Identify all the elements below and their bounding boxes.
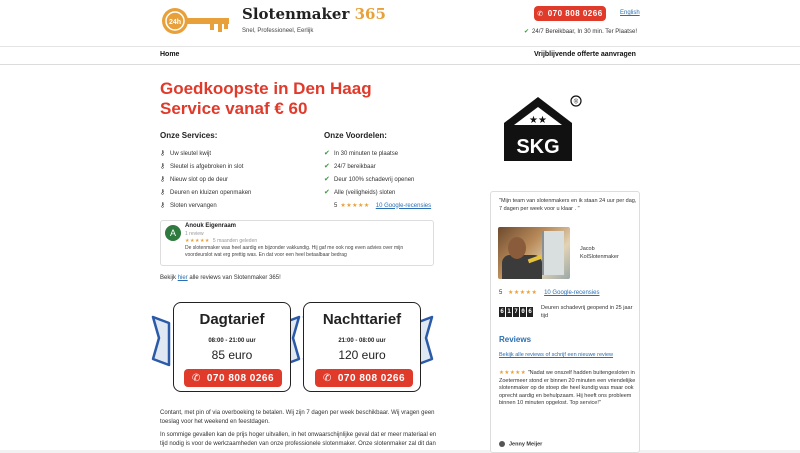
skg-label: SKG (516, 136, 559, 158)
tagline: Snel, Professioneel, Eerlijk (242, 28, 314, 34)
all-reviews-link[interactable]: hier (178, 275, 188, 281)
review-time: 5 maanden geleden (212, 238, 258, 244)
check-icon: ✔ (324, 175, 330, 183)
sidebar-card: "Mijn team van slotenmakers en ik staan … (490, 191, 640, 453)
locksmith-name: Jacob KolSlotenmaker (580, 246, 619, 260)
rating-stars: ★★★★★ (499, 370, 527, 376)
check-icon: ✔ (524, 29, 530, 35)
check-icon: ✔ (324, 162, 330, 170)
phone-icon: ✆ (191, 372, 201, 384)
tariff-hours: 21:00 - 08:00 uur (338, 338, 386, 344)
check-icon: ✔ (324, 149, 330, 157)
locksmith-photo (498, 227, 570, 279)
advantage-item: ✔ Deur 100% schadevrij openen (324, 175, 415, 183)
rating-stars: ★★★★★ (340, 202, 370, 209)
ribbon-left-icon (151, 315, 171, 367)
advantage-item: ✔ Alle (veiligheids) sloten (324, 188, 396, 196)
day-tariff-card: Dagtarief 08:00 - 21:00 uur 85 euro ✆ 07… (173, 302, 291, 392)
tariff-price: 120 euro (338, 348, 386, 362)
nav-quote[interactable]: Vrijblijvende offerte aanvragen (534, 51, 636, 58)
advantages-list: ✔ In 30 minuten te plaatse ✔ 24/7 bereikba… (324, 147, 431, 212)
rating-stars: ★★★★★ (185, 238, 210, 244)
all-reviews-link[interactable]: Bekijk alle reviews of schrijf een nieuw… (499, 352, 613, 358)
services-heading: Onze Services: (160, 131, 218, 140)
pricing-paragraph: In sommige gevallen kan de prijs hoger u… (160, 432, 437, 447)
skg-stars: ★★ (529, 115, 547, 126)
tariff-name: Dagtarief (199, 311, 265, 328)
availability-text: ✔ 24/7 Bereikbaar, In 30 min. Ter Plaatse… (524, 29, 637, 35)
key-icon: ⚷ (160, 175, 166, 183)
site-header: 24h Slotenmaker 365 Snel, Professioneel,… (0, 0, 800, 46)
key-icon: ⚷ (160, 201, 166, 209)
google-reviews-link[interactable]: 10 Google-recensies (376, 202, 431, 210)
doors-counter: 6 1 7 0 6 (499, 307, 533, 317)
header-phone-number: 070 808 0266 (547, 9, 603, 18)
services-list: ⚷ Uw sleutel kwijt ⚷ Sleutel is afgebroken… (160, 147, 251, 212)
nav-home[interactable]: Home (160, 51, 179, 58)
advantage-item: ✔ 24/7 bereikbaar (324, 162, 376, 170)
logo-badge-text: 24h (169, 19, 181, 26)
phone-icon: ✆ (322, 372, 332, 384)
review-rating: ★★★★★ 5 maanden geleden (185, 238, 257, 244)
reviewer-count: 1 review (185, 231, 204, 237)
page-title: Goedkoopste in Den Haag Service vanaf € 6… (160, 79, 372, 118)
key-icon: ⚷ (160, 162, 166, 170)
service-item: ⚷ Nieuw slot op de deur (160, 175, 229, 183)
payment-paragraph: Contant, met pin of via overboeking te b… (160, 410, 435, 425)
tariff-hours: 08:00 - 21:00 uur (208, 338, 256, 344)
main-nav: Home Vrijblijvende offerte aanvragen (0, 46, 800, 65)
reviews-heading: Reviews (499, 335, 532, 344)
advantages-heading: Onze Voordelen: (324, 131, 387, 140)
tariff-phone-button[interactable]: ✆ 070 808 0266 (315, 369, 413, 387)
reviewer-name[interactable]: Anouk Eigenraam (185, 223, 236, 229)
google-reviews-link[interactable]: 10 Google-recensies (544, 290, 599, 296)
sidebar-rating: 5 ★★★★★ 10 Google-recensies (499, 290, 600, 296)
key-icon: ⚷ (160, 188, 166, 196)
review-text: De slotenmaker was heel aardig en bijzon… (185, 245, 404, 258)
tariff-phone-button[interactable]: ✆ 070 808 0266 (184, 369, 282, 387)
advantages-rating: 5 ★★★★★ 10 Google-recensies (334, 202, 432, 210)
all-reviews-line: Bekijk hier alle reviews van Slotenmaker… (160, 275, 281, 281)
avatar: A (165, 225, 181, 241)
brand-name[interactable]: Slotenmaker 365 (242, 5, 386, 23)
tariff-price: 85 euro (211, 348, 253, 362)
logo-key-icon[interactable]: 24h (160, 6, 232, 36)
service-item: ⚷ Sleutel is afgebroken in slot (160, 162, 244, 170)
skg-registered: ® (574, 99, 579, 106)
language-link[interactable]: English (620, 10, 640, 16)
main-content: Goedkoopste in Den Haag Service vanaf € 6… (0, 65, 800, 453)
sidebar-quote: "Mijn team van slotenmakers en ik staan … (499, 198, 637, 212)
counter-label: Deuren schadevrij geopend in 25 jaar tij… (541, 305, 633, 319)
tariff-name: Nachttarief (322, 311, 402, 328)
service-item: ⚷ Deuren en kluizen openmaken (160, 188, 252, 196)
sidebar-review: ★★★★★ "Nadat we onszelf hadden buitenges… (499, 370, 637, 408)
night-tariff-card: Nachttarief 21:00 - 08:00 uur 120 euro ✆… (303, 302, 421, 392)
google-icon (499, 441, 505, 447)
skg-logo: ★★ SKG ® (504, 95, 582, 161)
check-icon: ✔ (324, 188, 330, 196)
service-item: ⚷ Sloten vervangen (160, 201, 217, 209)
advantage-item: ✔ In 30 minuten te plaatse (324, 149, 399, 157)
review-card: A Anouk Eigenraam 1 review ★★★★★ 5 maande… (160, 220, 434, 266)
rating-stars: ★★★★★ (508, 290, 538, 296)
service-item: ⚷ Uw sleutel kwijt (160, 149, 212, 157)
review-author: Jenny Meijer (499, 441, 542, 447)
phone-icon: ✆ (537, 10, 544, 18)
key-icon: ⚷ (160, 149, 166, 157)
header-phone-button[interactable]: ✆ 070 808 0266 (534, 6, 606, 21)
